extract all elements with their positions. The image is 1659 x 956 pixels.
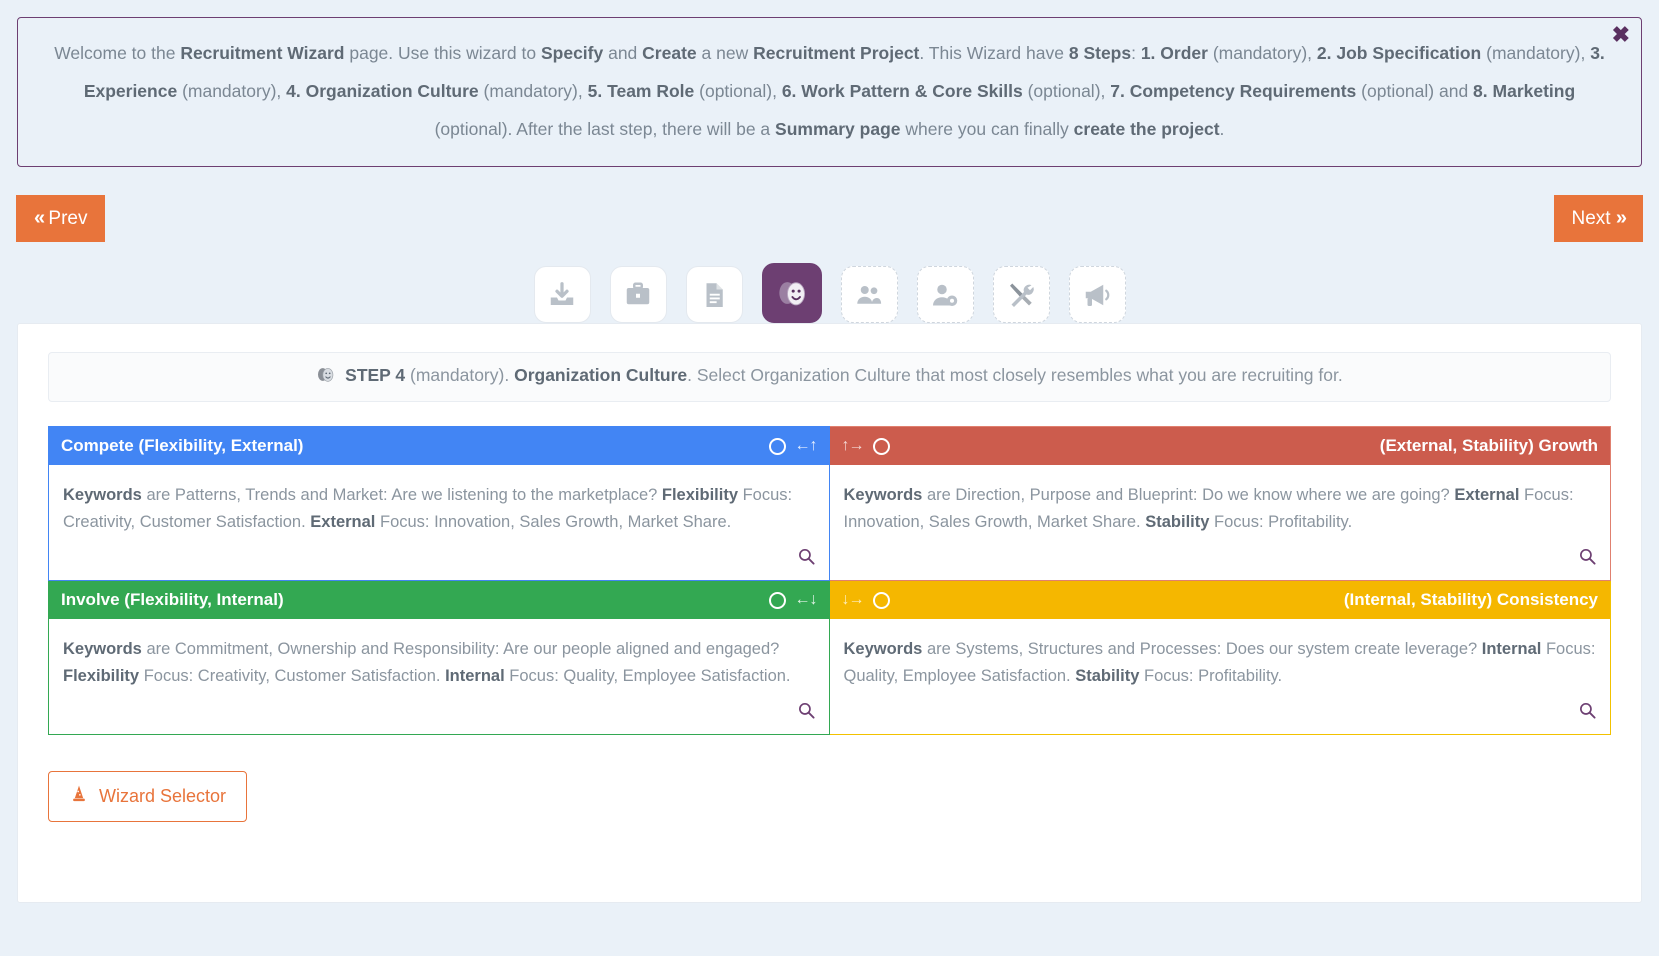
up-right-arrows-icon: ↑→	[842, 438, 864, 454]
info-banner: ✖ Welcome to the Recruitment Wizard page…	[17, 17, 1642, 167]
theater-masks-icon	[316, 368, 340, 388]
culture-card-consistency-footer	[830, 701, 1611, 734]
wizard-step-3-experience[interactable]	[686, 266, 743, 323]
wizard-step-6-work-pattern[interactable]	[917, 266, 974, 323]
wizard-nav: « Prev Next »	[16, 195, 1643, 242]
wizard-selector-button[interactable]: Wizard Selector	[48, 771, 247, 822]
culture-card-involve[interactable]: Involve (Flexibility, Internal) ←↓ Keywo…	[48, 581, 830, 735]
megaphone-icon	[1082, 280, 1112, 310]
culture-card-involve-header: Involve (Flexibility, Internal) ←↓	[49, 581, 829, 619]
step-description-text: STEP 4 (mandatory). Organization Culture…	[345, 365, 1343, 385]
person-gear-icon	[930, 280, 960, 310]
down-right-arrows-icon: ↓→	[842, 592, 864, 608]
wizard-step-list	[534, 263, 1126, 323]
prev-button-label: Prev	[48, 208, 87, 229]
culture-card-compete-footer	[49, 547, 829, 580]
culture-card-growth-body: Keywords are Direction, Purpose and Blue…	[830, 465, 1611, 547]
tools-icon	[1006, 280, 1036, 310]
culture-card-compete-body: Keywords are Patterns, Trends and Market…	[49, 465, 829, 547]
culture-card-consistency-body: Keywords are Systems, Structures and Pro…	[830, 619, 1611, 701]
magnifier-icon[interactable]	[1578, 701, 1597, 725]
people-group-icon	[854, 280, 884, 310]
briefcase-icon	[623, 280, 653, 310]
document-icon	[699, 280, 729, 310]
wizard-step-7-competency[interactable]	[993, 266, 1050, 323]
culture-card-consistency-header: ↓→ (Internal, Stability) Consistency	[830, 581, 1611, 619]
culture-card-compete-title: Compete (Flexibility, External)	[61, 436, 760, 456]
wizard-steps-region	[0, 257, 1659, 323]
culture-card-growth[interactable]: ↑→ (External, Stability) Growth Keywords…	[830, 426, 1612, 581]
culture-card-growth-title: (External, Stability) Growth	[899, 436, 1599, 456]
culture-card-consistency-radio[interactable]	[873, 592, 890, 609]
theater-masks-icon	[776, 277, 808, 309]
culture-card-involve-radio[interactable]	[769, 592, 786, 609]
wizard-step-8-marketing[interactable]	[1069, 266, 1126, 323]
wizard-step-5-team-role[interactable]	[841, 266, 898, 323]
chevron-right-icon: »	[1616, 207, 1625, 229]
close-icon[interactable]: ✖	[1612, 24, 1630, 46]
culture-card-consistency-title: (Internal, Stability) Consistency	[899, 590, 1599, 610]
culture-card-compete[interactable]: Compete (Flexibility, External) ←↑ Keywo…	[48, 426, 830, 581]
magnifier-icon[interactable]	[1578, 547, 1597, 571]
banner-text: Welcome to the Recruitment Wizard page. …	[52, 34, 1607, 148]
wizard-step-2-job-spec[interactable]	[610, 266, 667, 323]
culture-card-compete-header: Compete (Flexibility, External) ←↑	[49, 427, 829, 465]
magnifier-icon[interactable]	[797, 547, 816, 571]
culture-quadrant-grid: Compete (Flexibility, External) ←↑ Keywo…	[48, 426, 1611, 735]
wizard-step-1-order[interactable]	[534, 266, 591, 323]
chevron-left-icon: «	[34, 207, 43, 229]
prev-button[interactable]: « Prev	[16, 195, 105, 242]
wizard-hat-icon	[69, 784, 89, 809]
culture-card-consistency[interactable]: ↓→ (Internal, Stability) Consistency Key…	[830, 581, 1612, 735]
culture-card-compete-radio[interactable]	[769, 438, 786, 455]
wizard-selector-label: Wizard Selector	[99, 786, 226, 807]
culture-card-growth-footer	[830, 547, 1611, 580]
wizard-step-4-org-culture[interactable]	[762, 263, 822, 323]
wizard-panel: STEP 4 (mandatory). Organization Culture…	[17, 323, 1642, 903]
culture-card-involve-body: Keywords are Commitment, Ownership and R…	[49, 619, 829, 701]
magnifier-icon[interactable]	[797, 701, 816, 725]
culture-card-growth-header: ↑→ (External, Stability) Growth	[830, 427, 1611, 465]
left-down-arrows-icon: ←↓	[795, 592, 817, 608]
next-button-label: Next	[1572, 208, 1611, 229]
inbox-download-icon	[547, 280, 577, 310]
culture-card-involve-title: Involve (Flexibility, Internal)	[61, 590, 760, 610]
step-description-bar: STEP 4 (mandatory). Organization Culture…	[48, 352, 1611, 402]
culture-card-growth-radio[interactable]	[873, 438, 890, 455]
left-up-arrows-icon: ←↑	[795, 438, 817, 454]
next-button[interactable]: Next »	[1554, 195, 1643, 242]
culture-card-involve-footer	[49, 701, 829, 734]
